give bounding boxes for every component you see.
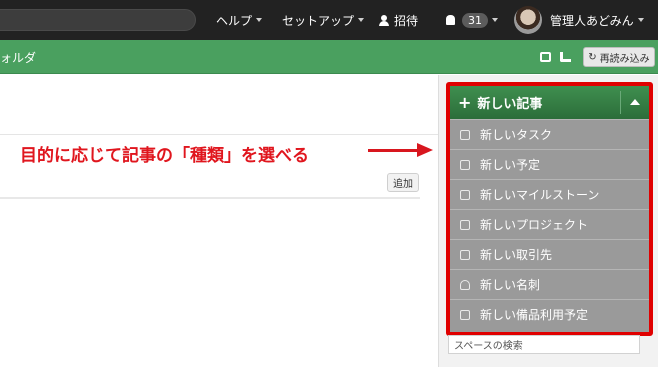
folder-toolbar: ォルダ ↻ 再読み込み: [0, 40, 658, 74]
top-navbar: ヘルプ セットアップ 招待 31 管理人あどみん: [0, 0, 658, 40]
help-label: ヘルプ: [216, 13, 253, 28]
annotation-text: 目的に応じて記事の「種類」を選べる: [20, 146, 309, 166]
global-search-input[interactable]: [0, 9, 196, 31]
content-header-area: [0, 75, 440, 135]
calendar-icon: [460, 159, 470, 170]
new-article-title: 新しい記事: [477, 97, 543, 112]
add-user-icon: [379, 14, 389, 26]
setup-menu[interactable]: セットアップ: [282, 0, 365, 40]
invite-label: 招待: [394, 13, 419, 28]
chevron-down-icon: [637, 18, 644, 22]
add-button[interactable]: 追加: [387, 173, 419, 192]
help-menu[interactable]: ヘルプ: [216, 0, 263, 40]
divider: [620, 91, 621, 114]
menu-item-label: 新しい備品利用予定: [480, 308, 589, 322]
user-menu[interactable]: 管理人あどみん: [514, 0, 644, 40]
menu-item-new-milestone[interactable]: 新しいマイルストーン: [450, 179, 649, 209]
menu-item-new-client[interactable]: 新しい取引先: [450, 239, 649, 269]
menu-item-new-business-card[interactable]: 新しい名刺: [450, 269, 649, 299]
menu-item-label: 新しいタスク: [480, 128, 553, 142]
menu-item-label: 新しい予定: [480, 158, 541, 172]
user-name: 管理人あどみん: [550, 13, 634, 28]
setup-label: セットアップ: [282, 13, 355, 28]
menu-item-new-equipment-reservation[interactable]: 新しい備品利用予定: [450, 299, 649, 329]
reload-button[interactable]: ↻ 再読み込み: [583, 47, 655, 67]
annotation-arrow: [368, 149, 420, 152]
menu-item-new-task[interactable]: 新しいタスク: [450, 119, 649, 149]
invite-button[interactable]: 招待: [379, 0, 418, 40]
chevron-up-icon[interactable]: [630, 99, 640, 105]
menu-item-label: 新しいマイルストーン: [480, 188, 600, 202]
space-search-input[interactable]: スペースの検索: [448, 335, 640, 354]
rss-icon[interactable]: [560, 52, 571, 62]
calendar-icon: [460, 309, 470, 320]
bell-icon: [446, 15, 455, 25]
divider: [0, 197, 420, 199]
new-article-menu-list: 新しいタスク 新しい予定 新しいマイルストーン 新しいプロジェクト 新しい取引先…: [450, 119, 649, 329]
new-article-menu-highlight: + 新しい記事 新しいタスク 新しい予定 新しいマイルストーン 新しいプロジェク…: [446, 82, 653, 336]
menu-item-label: 新しい取引先: [480, 248, 553, 262]
chevron-down-icon: [358, 18, 365, 22]
new-article-button[interactable]: + 新しい記事: [450, 86, 649, 119]
plus-icon: +: [458, 93, 472, 112]
notifications-button[interactable]: 31: [446, 0, 498, 40]
refresh-icon: ↻: [588, 51, 597, 63]
chevron-down-icon: [492, 18, 498, 22]
menu-item-new-schedule[interactable]: 新しい予定: [450, 149, 649, 179]
avatar: [514, 6, 542, 34]
menu-item-label: 新しい名刺: [480, 278, 541, 292]
printer-icon[interactable]: [540, 52, 551, 62]
arrow-right-icon: [417, 143, 433, 157]
reload-label: 再読み込み: [599, 53, 650, 65]
building-icon: [460, 249, 470, 260]
project-icon: [460, 219, 470, 230]
folder-tab-label[interactable]: ォルダ: [0, 49, 36, 66]
person-icon: [460, 279, 470, 290]
notification-count-badge: 31: [462, 12, 488, 28]
content-area: [0, 136, 440, 367]
chevron-down-icon: [256, 18, 263, 22]
menu-item-new-project[interactable]: 新しいプロジェクト: [450, 209, 649, 239]
task-check-icon: [460, 129, 470, 140]
menu-item-label: 新しいプロジェクト: [480, 218, 589, 232]
calendar-icon: [460, 189, 470, 200]
